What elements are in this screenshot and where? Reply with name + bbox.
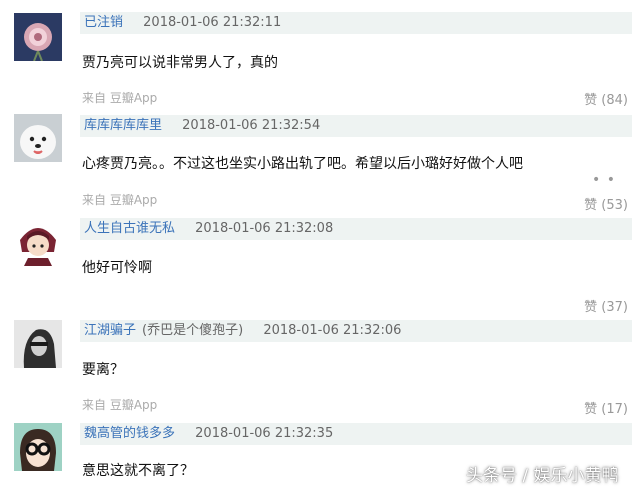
cartoon-girl-avatar-icon[interactable]	[14, 218, 62, 266]
comment-text: 他好可怜啊	[82, 260, 152, 276]
source-label: 来自 豆瓣App	[82, 91, 158, 105]
comment-text: 要离？	[82, 362, 124, 378]
watermark: 头条号 / 娱乐小黄鸭	[466, 466, 619, 486]
dog-avatar-icon[interactable]	[14, 114, 62, 162]
source-label: 来自 豆瓣App	[82, 193, 158, 207]
username-link[interactable]: 已注销	[84, 15, 123, 30]
username-link[interactable]: 人生自古谁无私	[84, 221, 175, 236]
timestamp: 2018-01-06 21:32:06	[263, 323, 402, 338]
comment-text: 意思这就不离了？	[82, 463, 194, 479]
comment-text: 贾乃亮可以说非常男人了，真的	[82, 55, 278, 71]
timestamp: 2018-01-06 21:32:08	[195, 221, 334, 236]
comment-header: 已注销 2018-01-06 21:32:11	[80, 12, 632, 34]
like-button[interactable]: 赞 (37)	[584, 296, 628, 315]
like-button[interactable]: 赞 (17)	[584, 398, 628, 417]
user-nickname-note: (乔巴是个傻孢子)	[142, 323, 244, 338]
like-button[interactable]: 赞 (84)	[584, 89, 628, 108]
comment-text: 心疼贾乃亮。。不过这也坐实小路出轨了吧。希望以后小璐好好做个人吧	[82, 156, 523, 172]
flower-avatar-icon[interactable]	[14, 13, 62, 61]
glasses-avatar-icon[interactable]	[14, 423, 62, 471]
comment-header: 魏高管的钱多多 2018-01-06 21:32:35	[80, 423, 632, 445]
timestamp: 2018-01-06 21:32:54	[182, 118, 321, 133]
username-link[interactable]: 江湖骗子	[84, 323, 136, 338]
comment-header: 人生自古谁无私 2018-01-06 21:32:08	[80, 218, 632, 240]
comment-header: 江湖骗子 (乔巴是个傻孢子) 2018-01-06 21:32:06	[80, 320, 632, 342]
comment-header: 库库库库库里 2018-01-06 21:32:54	[80, 115, 632, 137]
username-link[interactable]: 库库库库库里	[84, 118, 162, 133]
source-label: 来自 豆瓣App	[82, 398, 158, 412]
bw-photo-avatar-icon[interactable]	[14, 320, 62, 368]
timestamp: 2018-01-06 21:32:35	[195, 426, 334, 441]
username-link[interactable]: 魏高管的钱多多	[84, 426, 175, 441]
timestamp: 2018-01-06 21:32:11	[143, 15, 282, 30]
more-dots: • •	[592, 172, 616, 188]
like-button[interactable]: 赞 (53)	[584, 194, 628, 213]
